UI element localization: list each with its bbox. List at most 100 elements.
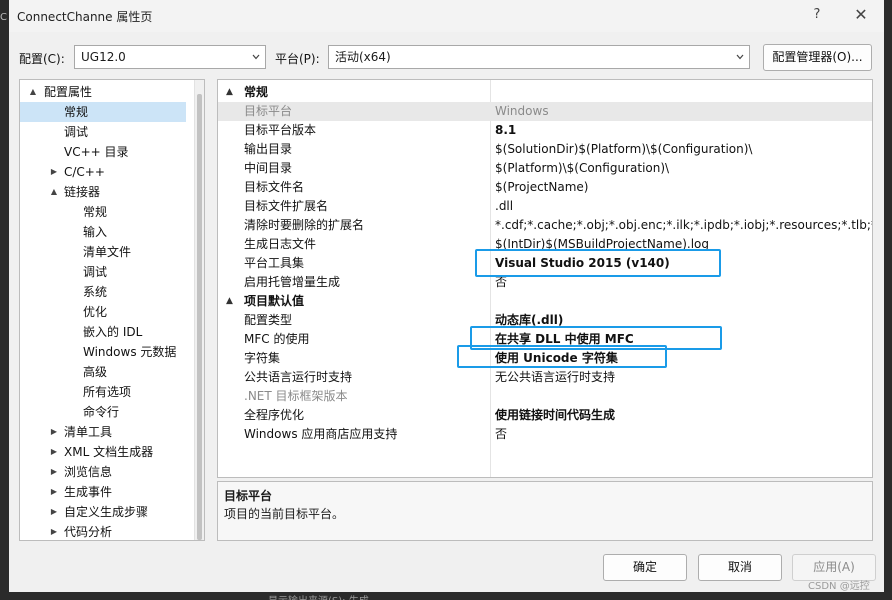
- property-row[interactable]: MFC 的使用 在共享 DLL 中使用 MFC: [218, 330, 872, 349]
- grid-category-label: 常规: [244, 85, 269, 99]
- tree-item[interactable]: 输入: [20, 222, 186, 242]
- expanded-caret-icon[interactable]: ▲: [226, 83, 233, 102]
- tree-item[interactable]: ▲ 链接器: [20, 182, 186, 202]
- property-value[interactable]: .dll: [495, 197, 872, 216]
- tree-item-label: 常规: [83, 205, 108, 219]
- property-value[interactable]: Windows: [495, 102, 872, 121]
- tree-item[interactable]: 常规: [20, 202, 186, 222]
- ide-background-text: C: [0, 12, 7, 23]
- tree-item[interactable]: VC++ 目录: [20, 142, 186, 162]
- tree-item-label: C/C++: [64, 165, 105, 179]
- property-value[interactable]: 动态库(.dll): [495, 311, 872, 330]
- property-row[interactable]: 字符集 使用 Unicode 字符集: [218, 349, 872, 368]
- expanded-caret-icon[interactable]: ▲: [28, 82, 38, 102]
- property-value[interactable]: $(SolutionDir)$(Platform)\$(Configuratio…: [495, 140, 872, 159]
- property-row[interactable]: Windows 应用商店应用支持 否: [218, 425, 872, 444]
- property-value[interactable]: 无公共语言运行时支持: [495, 368, 872, 387]
- property-value[interactable]: 8.1: [495, 121, 872, 140]
- tree-item-label: 优化: [83, 305, 108, 319]
- property-value[interactable]: 使用 Unicode 字符集: [495, 349, 872, 368]
- property-name: Windows 应用商店应用支持: [244, 427, 398, 441]
- grid-category[interactable]: ▲ 常规: [218, 83, 872, 102]
- close-button[interactable]: ✕: [847, 4, 875, 26]
- tree-item[interactable]: ▶ XML 文档生成器: [20, 442, 186, 462]
- tree-item[interactable]: 清单文件: [20, 242, 186, 262]
- tree-item-label: 嵌入的 IDL: [83, 325, 143, 339]
- property-name: 生成日志文件: [244, 237, 317, 251]
- property-row[interactable]: 输出目录 $(SolutionDir)$(Platform)\$(Configur…: [218, 140, 872, 159]
- property-tree[interactable]: ▲ 配置属性 常规 调试 VC++ 目录 ▶ C/C++ ▲ 链接器 常规 输入 清单文件 调试 系统 优化…: [19, 79, 205, 541]
- help-button[interactable]: ?: [805, 4, 829, 26]
- property-value[interactable]: 否: [495, 425, 872, 444]
- ok-button[interactable]: 确定: [603, 554, 687, 581]
- property-name: .NET 目标框架版本: [244, 389, 348, 403]
- property-grid[interactable]: ▲ 常规目标平台 Windows 目标平台版本 8.1 输出目录 $(SolutionDir…: [217, 79, 873, 478]
- tree-item-label: 调试: [83, 265, 108, 279]
- tree-item-label: 系统: [83, 285, 108, 299]
- tree-item[interactable]: 命令行: [20, 402, 186, 422]
- collapsed-caret-icon[interactable]: ▶: [49, 482, 59, 502]
- expanded-caret-icon[interactable]: ▲: [226, 292, 233, 311]
- property-value[interactable]: $(ProjectName): [495, 178, 872, 197]
- collapsed-caret-icon[interactable]: ▶: [49, 462, 59, 482]
- tree-item[interactable]: 系统: [20, 282, 186, 302]
- property-row[interactable]: 配置类型 动态库(.dll): [218, 311, 872, 330]
- tree-item[interactable]: 优化: [20, 302, 186, 322]
- property-value[interactable]: Visual Studio 2015 (v140): [495, 254, 872, 273]
- property-row[interactable]: .NET 目标框架版本: [218, 387, 872, 406]
- property-row[interactable]: 目标平台 Windows: [218, 102, 872, 121]
- property-value[interactable]: 使用链接时间代码生成: [495, 406, 872, 425]
- property-name: 清除时要删除的扩展名: [244, 218, 365, 232]
- property-row[interactable]: 中间目录 $(Platform)\$(Configuration)\: [218, 159, 872, 178]
- tree-item-label: 调试: [64, 125, 89, 139]
- property-row[interactable]: 全程序优化 使用链接时间代码生成: [218, 406, 872, 425]
- tree-item[interactable]: 常规: [20, 102, 186, 122]
- tree-scrollbar-thumb[interactable]: [197, 94, 202, 540]
- tree-item-label: 生成事件: [64, 485, 113, 499]
- config-manager-button[interactable]: 配置管理器(O)...: [763, 44, 872, 71]
- tree-item-label: 清单工具: [64, 425, 113, 439]
- property-value[interactable]: *.cdf;*.cache;*.obj;*.obj.enc;*.ilk;*.ip…: [495, 216, 872, 235]
- property-row[interactable]: 平台工具集 Visual Studio 2015 (v140): [218, 254, 872, 273]
- tree-scrollbar[interactable]: [194, 80, 204, 540]
- collapsed-caret-icon[interactable]: ▶: [49, 162, 59, 182]
- collapsed-caret-icon[interactable]: ▶: [49, 442, 59, 462]
- tree-item[interactable]: 调试: [20, 122, 186, 142]
- tree-item[interactable]: ▲ 配置属性: [20, 82, 186, 102]
- property-name: 目标平台: [244, 104, 293, 118]
- cancel-button[interactable]: 取消: [698, 554, 782, 581]
- property-value[interactable]: 否: [495, 273, 872, 292]
- tree-item[interactable]: ▶ C/C++: [20, 162, 186, 182]
- property-value[interactable]: 在共享 DLL 中使用 MFC: [495, 330, 872, 349]
- config-dropdown-value: UG12.0: [81, 50, 126, 64]
- collapsed-caret-icon[interactable]: ▶: [49, 422, 59, 442]
- tree-item[interactable]: 嵌入的 IDL: [20, 322, 186, 342]
- property-row[interactable]: 目标文件扩展名 .dll: [218, 197, 872, 216]
- tree-item[interactable]: Windows 元数据: [20, 342, 186, 362]
- grid-category[interactable]: ▲ 项目默认值: [218, 292, 872, 311]
- tree-item[interactable]: ▶ 浏览信息: [20, 462, 186, 482]
- config-dropdown[interactable]: UG12.0: [74, 45, 266, 69]
- tree-item[interactable]: 所有选项: [20, 382, 186, 402]
- tree-item[interactable]: ▶ 清单工具: [20, 422, 186, 442]
- tree-item[interactable]: ▶ 自定义生成步骤: [20, 502, 186, 522]
- property-row[interactable]: 目标文件名 $(ProjectName): [218, 178, 872, 197]
- tree-item[interactable]: ▶ 生成事件: [20, 482, 186, 502]
- description-text: 项目的当前目标平台。: [224, 507, 345, 521]
- property-row[interactable]: 启用托管增量生成 否: [218, 273, 872, 292]
- tree-item-label: 配置属性: [44, 85, 93, 99]
- tree-item[interactable]: 调试: [20, 262, 186, 282]
- property-value[interactable]: $(Platform)\$(Configuration)\: [495, 159, 872, 178]
- property-row[interactable]: 目标平台版本 8.1: [218, 121, 872, 140]
- property-row[interactable]: 公共语言运行时支持 无公共语言运行时支持: [218, 368, 872, 387]
- collapsed-caret-icon[interactable]: ▶: [49, 522, 59, 540]
- property-row[interactable]: 清除时要删除的扩展名 *.cdf;*.cache;*.obj;*.obj.enc;…: [218, 216, 872, 235]
- tree-item-label: 浏览信息: [64, 465, 113, 479]
- collapsed-caret-icon[interactable]: ▶: [49, 502, 59, 522]
- platform-dropdown[interactable]: 活动(x64): [328, 45, 750, 69]
- property-value[interactable]: $(IntDir)$(MSBuildProjectName).log: [495, 235, 872, 254]
- expanded-caret-icon[interactable]: ▲: [49, 182, 59, 202]
- tree-item[interactable]: 高级: [20, 362, 186, 382]
- tree-item[interactable]: ▶ 代码分析: [20, 522, 186, 540]
- property-row[interactable]: 生成日志文件 $(IntDir)$(MSBuildProjectName).log: [218, 235, 872, 254]
